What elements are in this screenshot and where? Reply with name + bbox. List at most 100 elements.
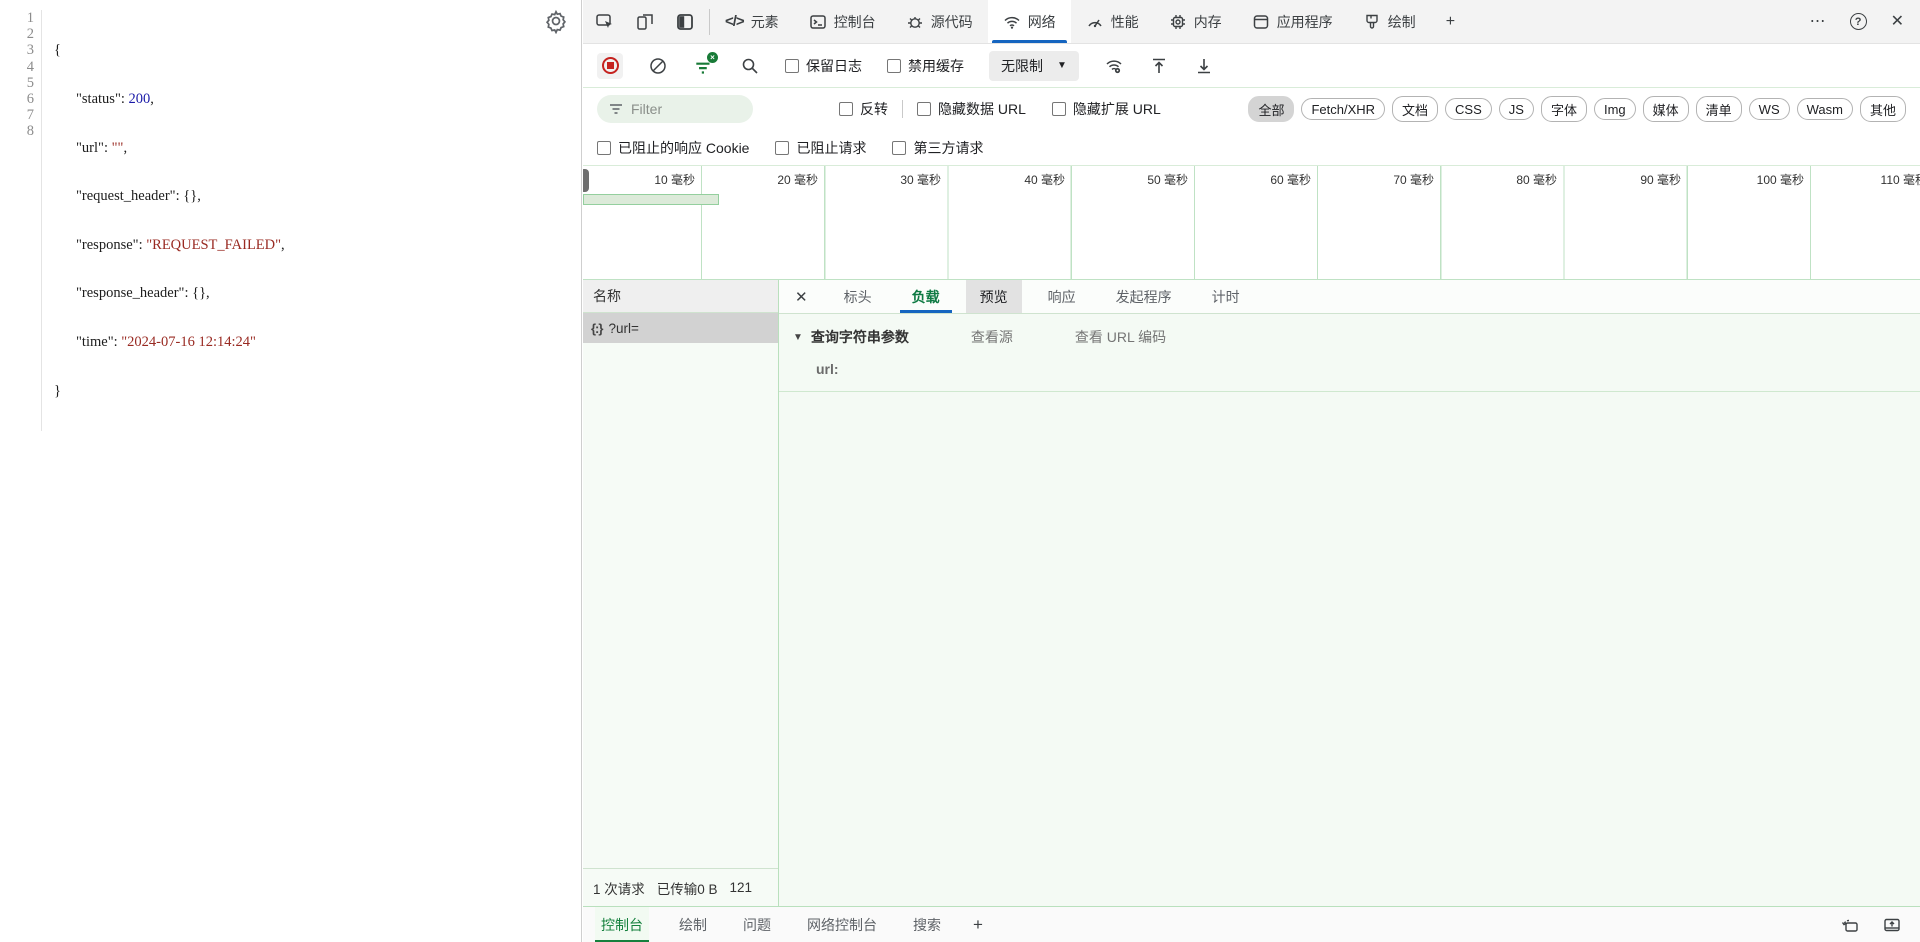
disable-cache-checkbox[interactable]: 禁用缓存 (887, 56, 964, 76)
line-number: 2 (0, 26, 34, 42)
query-string-section-header[interactable]: ▼ 查询字符串参数 查看源 查看 URL 编码 (779, 327, 1920, 347)
tab-label: 元素 (751, 12, 779, 32)
application-window-icon (1252, 13, 1270, 31)
page-settings-gear-icon[interactable] (543, 8, 569, 34)
tab-console[interactable]: 控制台 (794, 0, 891, 43)
tab-performance[interactable]: 性能 (1071, 0, 1154, 43)
chip-css[interactable]: CSS (1445, 98, 1492, 120)
tabbar-controls: ⋯ ? ✕ (1810, 0, 1920, 43)
network-wifi-icon (1003, 13, 1021, 31)
timeline-scrubber-handle[interactable] (583, 169, 589, 192)
export-har-icon[interactable] (1194, 56, 1214, 76)
tab-label: 网络 (1028, 12, 1056, 32)
hide-extension-urls-checkbox[interactable]: 隐藏扩展 URL (1052, 99, 1161, 119)
third-party-requests-checkbox[interactable]: 第三方请求 (892, 138, 983, 158)
preserve-log-checkbox[interactable]: 保留日志 (785, 56, 862, 76)
paint-brush-icon (1363, 13, 1381, 31)
detail-tab-headers[interactable]: 标头 (830, 280, 886, 313)
view-urlencoded-link[interactable]: 查看 URL 编码 (1075, 327, 1166, 347)
add-tab-button[interactable]: + (1431, 0, 1470, 43)
chip-doc[interactable]: 文档 (1392, 96, 1438, 122)
code-line: "status": 200, (54, 91, 285, 107)
import-har-icon[interactable] (1149, 56, 1169, 76)
disclosure-triangle-icon[interactable]: ▼ (793, 332, 803, 343)
checkbox-box (597, 141, 611, 155)
code-line: "time": "2024-07-16 12:14:24" (54, 334, 285, 350)
tab-elements[interactable]: </> 元素 (710, 0, 794, 43)
chip-wasm[interactable]: Wasm (1797, 98, 1853, 120)
request-row-selected[interactable]: {:} ?url= (583, 313, 778, 343)
clear-network-log-icon[interactable] (648, 56, 668, 76)
performance-gauge-icon (1086, 13, 1104, 31)
tab-memory[interactable]: 内存 (1154, 0, 1237, 43)
chip-font[interactable]: 字体 (1541, 96, 1587, 122)
code-line: "response_header": {}, (54, 285, 285, 301)
tab-label: 内存 (1194, 12, 1222, 32)
disable-cache-label: 禁用缓存 (908, 56, 964, 76)
chip-media[interactable]: 媒体 (1643, 96, 1689, 122)
summary-resources: 121 (730, 880, 753, 895)
drawer-add-tab-button[interactable]: + (965, 907, 991, 942)
chip-js[interactable]: JS (1499, 98, 1534, 120)
chip-img[interactable]: Img (1594, 98, 1636, 120)
detail-tab-preview[interactable]: 预览 (966, 280, 1022, 313)
drawer-tab-search[interactable]: 搜索 (907, 907, 947, 942)
json-comma: , (206, 285, 210, 301)
json-key: "time" (76, 334, 114, 350)
chip-manifest[interactable]: 清单 (1696, 96, 1742, 122)
checkbox-box (785, 59, 799, 73)
filter-input-pill[interactable] (597, 95, 753, 123)
drawer-tab-issues[interactable]: 问题 (737, 907, 777, 942)
drawer-tab-console[interactable]: 控制台 (595, 907, 649, 942)
detail-tab-initiator[interactable]: 发起程序 (1102, 280, 1186, 313)
request-list-column: 名称 {:} ?url= 1 次请求 已传输0 B 121 (583, 280, 779, 906)
tab-sources[interactable]: 源代码 (891, 0, 988, 43)
tab-application[interactable]: 应用程序 (1237, 0, 1348, 43)
drawer-controls (1840, 907, 1920, 942)
network-conditions-icon[interactable] (1104, 56, 1124, 76)
detail-tab-timing[interactable]: 计时 (1198, 280, 1254, 313)
checkbox-box (839, 102, 853, 116)
blocked-response-cookies-checkbox[interactable]: 已阻止的响应 Cookie (597, 138, 749, 158)
filter-toggle-icon[interactable]: × (693, 56, 715, 76)
rotate-device-icon[interactable] (1840, 915, 1860, 935)
chip-fetch-xhr[interactable]: Fetch/XHR (1301, 98, 1385, 120)
throttling-select[interactable]: 无限制 ▼ (989, 51, 1079, 81)
code-line: } (54, 383, 285, 399)
blocked-requests-checkbox[interactable]: 已阻止请求 (775, 138, 866, 158)
record-network-log-button[interactable] (597, 53, 623, 79)
tab-label: 源代码 (931, 12, 973, 32)
tab-network[interactable]: 网络 (988, 0, 1071, 43)
json-key: "request_header" (76, 188, 176, 204)
help-icon[interactable]: ? (1850, 13, 1867, 30)
detail-tab-response[interactable]: 响应 (1034, 280, 1090, 313)
timeline-tick-label: 60 毫秒 (1221, 171, 1311, 188)
invert-filter-checkbox[interactable]: 反转 (839, 99, 888, 119)
filter-input[interactable] (631, 101, 731, 117)
dock-side-icon[interactable] (675, 12, 695, 32)
json-key: "response" (76, 237, 139, 253)
line-number: 1 (0, 10, 34, 26)
chip-ws[interactable]: WS (1749, 98, 1790, 120)
name-column-header[interactable]: 名称 (583, 280, 778, 313)
json-key: "status" (76, 91, 121, 107)
device-emulation-icon[interactable] (635, 12, 655, 32)
tab-paint[interactable]: 绘制 (1348, 0, 1431, 43)
more-options-icon[interactable]: ⋯ (1810, 14, 1826, 30)
inspect-element-icon[interactable] (595, 12, 615, 32)
close-detail-icon[interactable]: ✕ (779, 280, 824, 313)
view-source-link[interactable]: 查看源 (971, 327, 1013, 347)
drawer-tab-paint[interactable]: 绘制 (673, 907, 713, 942)
drawer-tab-network-console[interactable]: 网络控制台 (801, 907, 883, 942)
expand-drawer-icon[interactable] (1882, 915, 1902, 935)
bug-icon (906, 13, 924, 31)
chip-all[interactable]: 全部 (1248, 96, 1294, 122)
detail-tab-payload[interactable]: 负载 (898, 280, 954, 313)
chip-other[interactable]: 其他 (1860, 96, 1906, 122)
hide-data-urls-checkbox[interactable]: 隐藏数据 URL (917, 99, 1026, 119)
search-icon[interactable] (740, 56, 760, 76)
blocked-response-cookies-label: 已阻止的响应 Cookie (618, 138, 749, 158)
network-overview-timeline[interactable]: 10 毫秒 20 毫秒 30 毫秒 40 毫秒 50 毫秒 60 毫秒 70 毫… (583, 166, 1920, 280)
close-devtools-icon[interactable]: ✕ (1891, 14, 1904, 30)
timeline-tick-label: 10 毫秒 (605, 171, 695, 188)
